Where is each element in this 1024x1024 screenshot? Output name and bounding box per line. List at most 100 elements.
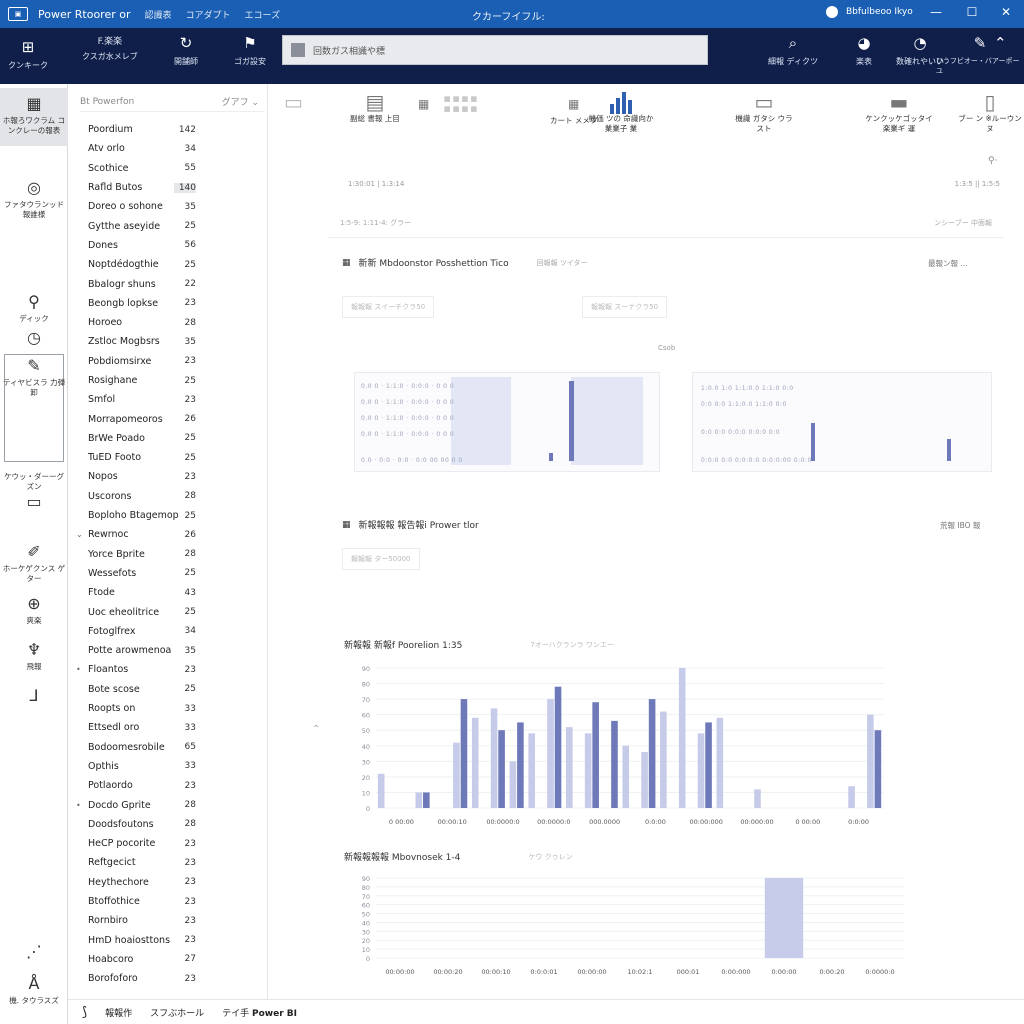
ribbon-doc-button[interactable]: ▭ 機識 ガタシ ウラスト [734, 90, 794, 134]
field-item[interactable]: Ettsedl oro 33 [68, 718, 268, 737]
maximize-button[interactable]: ☐ [964, 5, 980, 19]
field-item[interactable]: TuED Footo 25 [68, 448, 268, 467]
filter-strip[interactable]: 1:5-9: 1:11-4: グラー ンシーブー 中面報 [328, 208, 1004, 238]
rail-item-user[interactable]: ⚲ ディック [0, 292, 68, 324]
rail-item-step[interactable]: ⅃ [0, 686, 68, 708]
chart1-svg[interactable]: 90 80 70 60 50 40 30 20 10 0 0 00:00 00:00:10 00:000… [350, 660, 890, 830]
section2-filter-chip[interactable]: 報報報 ター50000 [342, 548, 420, 570]
field-item[interactable]: Pobdiomsirxe 23 [68, 352, 268, 371]
section1-header[interactable]: ▦ 新新 Mbdoonstor Posshettion Tico 回報報 ツイタ… [342, 256, 588, 270]
rail-item-dots[interactable]: ⋰ [0, 942, 68, 964]
minimize-button[interactable]: — [928, 5, 944, 19]
search-box[interactable]: 回数ガス相識や標 [282, 35, 708, 65]
field-item[interactable]: Wessefots 25 [68, 564, 268, 583]
field-item[interactable]: BrWe Poado 25 [68, 429, 268, 448]
rail-item-report[interactable]: ▦ ホ報ろワクラム コンクレーの報表 [0, 88, 68, 146]
collapse-icon[interactable]: ⌃ [312, 724, 320, 735]
field-item[interactable]: Beongb lopkse 23 [68, 294, 268, 313]
field-item[interactable]: Horoeo 28 [68, 313, 268, 332]
home-button[interactable]: F.楽楽 クスガ水メレブ [82, 34, 138, 62]
field-item[interactable]: Noptdédogthie 25 [68, 255, 268, 274]
title-menu-item[interactable]: エコーズ [245, 8, 281, 21]
status-item[interactable]: スフぶホール [150, 1006, 204, 1019]
ribbon-page-button[interactable]: ▤ 副総 書報 上目 [350, 90, 400, 124]
chart2-svg[interactable]: 9080706050403020100 00:00:00 00:00:20 00:00… [350, 870, 910, 980]
field-item[interactable]: Atv orlo 34 [68, 139, 268, 158]
mini-chart-panel-right[interactable]: 1:0.0 1:0 1:1:0.0 1:1:0 0:0 0:0 0:0 1:1:… [692, 372, 992, 472]
status-product[interactable]: テイ手 Power BI [222, 1006, 297, 1019]
ribbon-export-button[interactable]: ▯ ブー ン ※ルーウンヌ [958, 90, 1022, 134]
title-menu-item[interactable]: コアダプト [186, 8, 231, 21]
ribbon-column-chart-button[interactable]: 機価 ツの 命識向か 業業子 業 [586, 92, 656, 134]
header-search-button[interactable]: ⌕ 細報 ディクツ [768, 34, 818, 67]
header-globe-button[interactable]: ◕ 楽表 [856, 34, 872, 67]
field-item[interactable]: Potlaordo 23 [68, 776, 268, 795]
user-account[interactable]: Bbfulbeoo Ikyo [826, 6, 913, 18]
header-chat-button[interactable]: ✎ ひうフビオー・バアーポーユ [936, 34, 1024, 76]
field-item[interactable]: Yorce Bprite 28 [68, 545, 268, 564]
field-item[interactable]: Boploho Btagemop 25 [68, 506, 268, 525]
field-item[interactable]: Uscorons 28 [68, 487, 268, 506]
field-item[interactable]: Nopos 23 [68, 467, 268, 486]
field-item[interactable]: Btoffothice 23 [68, 892, 268, 911]
section2-header[interactable]: ▦ 新報報報 報告報i Prower tlor [342, 518, 479, 532]
field-item[interactable]: Uoc eheolitrice 25 [68, 602, 268, 621]
field-item[interactable]: Gytthe aseyide 25 [68, 216, 268, 235]
section2-options[interactable]: 荒報 IBO 報 [940, 520, 980, 531]
field-item[interactable]: Fotoglfrex 34 [68, 622, 268, 641]
field-item[interactable]: Potte arowmenoa 35 [68, 641, 268, 660]
field-item[interactable]: Smfol 23 [68, 390, 268, 409]
field-item[interactable]: Bote scose 25 [68, 680, 268, 699]
section1-filter-chip[interactable]: 報報報 スイーチクラ50 [342, 296, 435, 318]
field-item[interactable]: Rafld Butos 140 [68, 178, 268, 197]
rail-item-account[interactable]: Å 機. タウラスズ [0, 974, 68, 1006]
status-item[interactable]: 報報作 [105, 1006, 132, 1019]
field-item[interactable]: Zstloc Mogbsrs 35 [68, 332, 268, 351]
title-menu-item[interactable]: 認識表 [145, 8, 172, 21]
card-icon: ▭ [26, 492, 42, 511]
field-item[interactable]: Roopts on 33 [68, 699, 268, 718]
field-item[interactable]: Ftode 43 [68, 583, 268, 602]
field-item[interactable]: Opthis 33 [68, 757, 268, 776]
field-item[interactable]: Bbalogr shuns 22 [68, 274, 268, 293]
field-item[interactable]: Doodsfoutons 28 [68, 815, 268, 834]
rail-item-target[interactable]: ◎ ファタウランッド 報誰様 [0, 178, 68, 220]
section1-options[interactable]: 最報ン報 ... [928, 258, 968, 269]
field-item[interactable]: Rornbiro 23 [68, 911, 268, 930]
field-item[interactable]: Morrapomeoros 26 [68, 409, 268, 428]
field-item[interactable]: Scothice 55 [68, 159, 268, 178]
more-icon[interactable]: ⚲· [988, 156, 997, 166]
flag-button[interactable]: ⚑ ゴガ設安 [234, 34, 266, 67]
app-launcher-button[interactable]: ⊞ クンキーク [8, 38, 48, 71]
rail-item-gift[interactable]: ♆ 飛報 [0, 640, 68, 672]
section1-filter-chip[interactable]: 報報報 スーナクラ50 [582, 296, 668, 318]
field-item[interactable]: ⌄ Rewrnoc 26 [68, 525, 268, 544]
mini-chart-panel-left[interactable]: 0.0 0 · 1:1:0 · 0:0:0 · 0 0 0 0.0 0 · 1:… [354, 372, 660, 472]
field-item[interactable]: Hoabcoro 27 [68, 950, 268, 969]
field-item[interactable]: Doreo o sohone 35 [68, 197, 268, 216]
fields-search[interactable]: Bt Powerfon グアフ ⌄ [80, 92, 265, 112]
field-item[interactable]: HmD hoaiosttons 23 [68, 930, 268, 949]
field-item[interactable]: HeCP pocorite 23 [68, 834, 268, 853]
refresh-button[interactable]: ↻ 開舗師 [174, 34, 198, 67]
rail-item-brush[interactable]: ✐ ホーケゲクンス ゲター [0, 542, 68, 584]
field-item[interactable]: Heythechore 23 [68, 873, 268, 892]
header-share-button[interactable]: ⌃ [994, 34, 1007, 52]
field-item[interactable]: Reftgecict 23 [68, 853, 268, 872]
field-item[interactable]: • Floantos 23 [68, 660, 268, 679]
close-button[interactable]: ✕ [998, 5, 1014, 19]
rail-item-clock[interactable]: ◷ [0, 328, 68, 350]
field-item[interactable]: Dones 56 [68, 236, 268, 255]
ribbon-format-group[interactable]: ▦ ▦ ▦ ▦ ▦ ▦ ▦ ▦ [444, 94, 477, 114]
fields-filter[interactable]: グアフ ⌄ [222, 95, 259, 108]
field-item[interactable]: Borofoforo 23 [68, 969, 268, 988]
ribbon-window-button[interactable]: ▬ ケンクッケゴッタイ 楽業ギ 運 [864, 90, 934, 134]
field-item[interactable]: • Docdo Gprite 28 [68, 795, 268, 814]
ribbon-table-button[interactable]: ▦ [418, 92, 429, 116]
rail-item-search-globe[interactable]: ⊕ 爽楽 [0, 594, 68, 626]
field-item[interactable]: Bodoomesrobile 65 [68, 738, 268, 757]
field-item[interactable]: Rosighane 25 [68, 371, 268, 390]
rail-item-pen[interactable]: ✎ ティヤビスラ 力弾卸 [0, 356, 68, 398]
field-item[interactable]: Poordium 142 [68, 120, 268, 139]
rail-item-card[interactable]: ケウッ・ダーーグ ズン ▭ [0, 472, 68, 514]
